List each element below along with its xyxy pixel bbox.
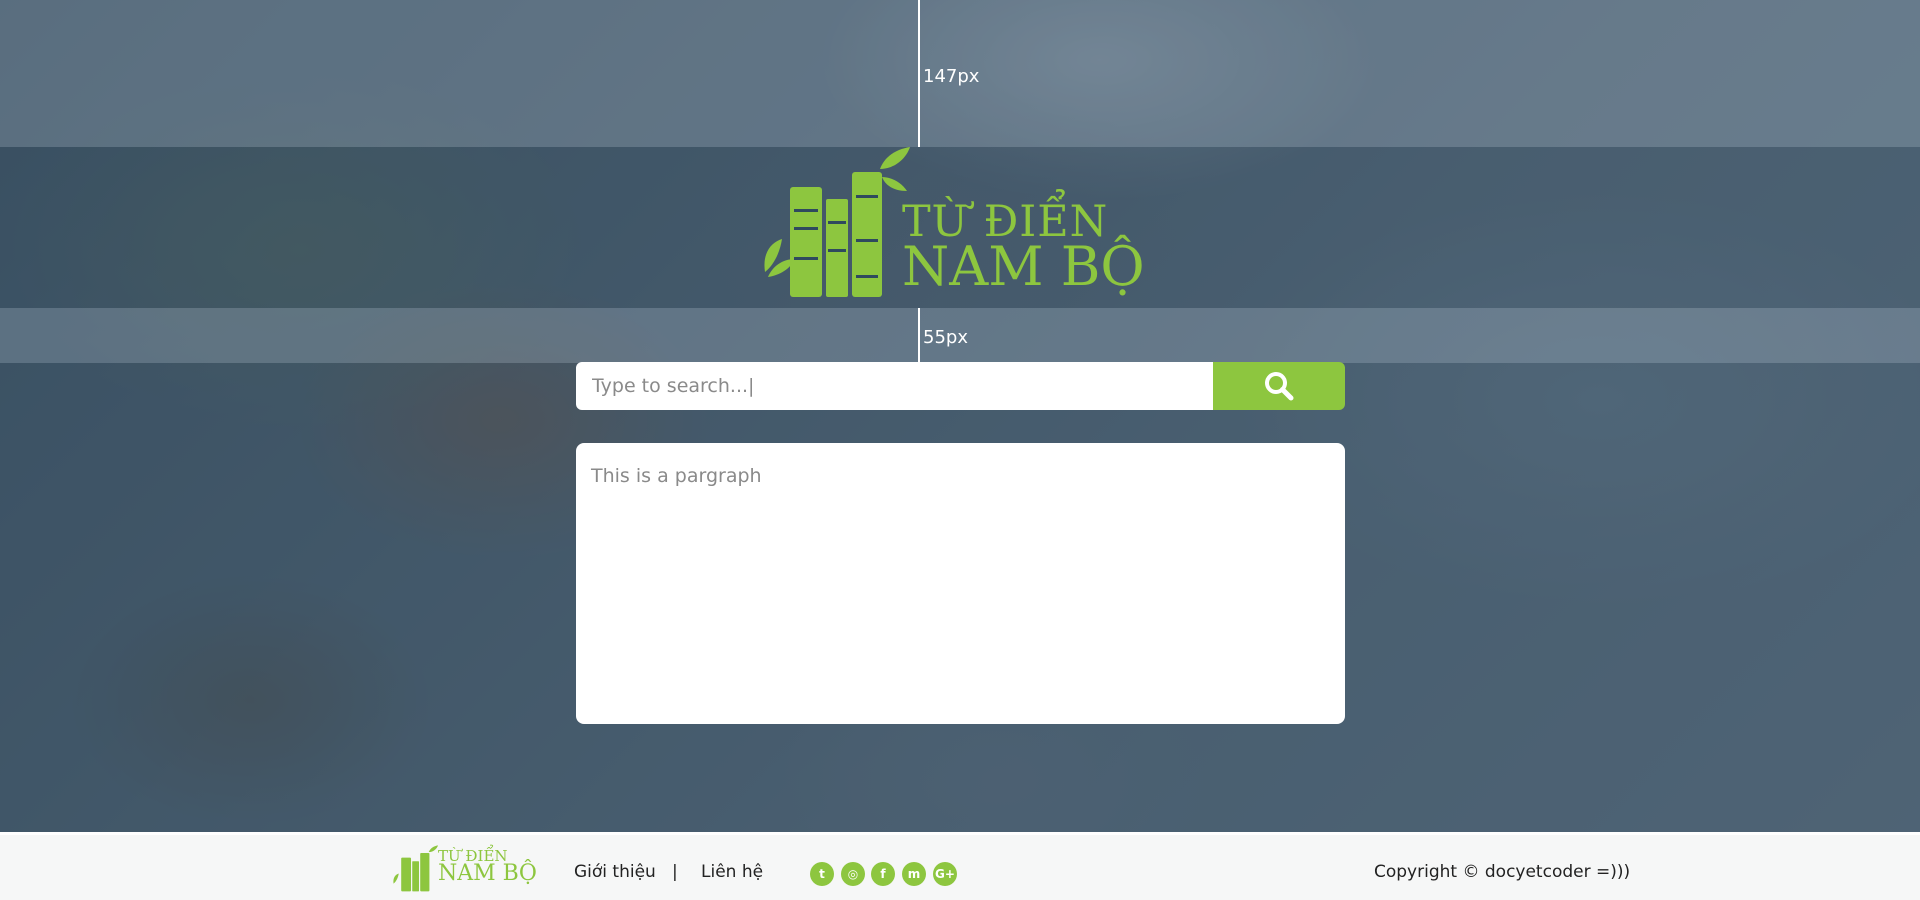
site-logo[interactable]: TỪ ĐIỂN NAM BỘ xyxy=(760,147,1170,308)
facebook-icon[interactable]: f xyxy=(871,862,895,886)
footer-logo-line2: NAM BỘ xyxy=(438,861,537,886)
logo-title-line2: NAM BỘ xyxy=(902,235,1145,298)
twitter-icon[interactable]: t xyxy=(810,862,834,886)
messenger-glyph: m xyxy=(907,867,921,881)
bamboo-books-icon xyxy=(764,147,910,297)
footer-link-contact[interactable]: Liên hệ xyxy=(701,862,763,882)
messenger-icon[interactable]: m xyxy=(902,862,926,886)
spacing-guide-top-line xyxy=(918,0,920,147)
footer-link-about[interactable]: Giới thiệu xyxy=(574,862,656,882)
google-plus-icon[interactable]: G+ xyxy=(933,862,957,886)
spacing-guide-bottom-line xyxy=(918,308,920,363)
bamboo-books-icon xyxy=(393,845,438,892)
search-button[interactable] xyxy=(1213,362,1345,410)
search-icon xyxy=(1265,372,1294,401)
footer-logo[interactable]: TỪ ĐIỂN NAM BỘ xyxy=(392,843,537,897)
search-input[interactable] xyxy=(576,362,1214,410)
spacing-guide-bottom-label: 55px xyxy=(923,327,968,348)
instagram-glyph: ◎ xyxy=(847,867,859,881)
copyright-text: Copyright © docyetcoder =))) xyxy=(1374,862,1631,882)
result-panel: This is a pargraph xyxy=(576,443,1345,724)
instagram-icon[interactable]: ◎ xyxy=(841,862,865,886)
google-plus-glyph: G+ xyxy=(935,867,955,881)
spacing-guide-top-label: 147px xyxy=(923,66,980,87)
twitter-glyph: t xyxy=(819,867,825,881)
facebook-glyph: f xyxy=(880,867,886,881)
footer-link-separator: | xyxy=(672,862,678,882)
site-footer: TỪ ĐIỂN NAM BỘ Giới thiệu | Liên hệ t ◎ … xyxy=(0,832,1920,900)
result-paragraph: This is a pargraph xyxy=(591,465,762,487)
